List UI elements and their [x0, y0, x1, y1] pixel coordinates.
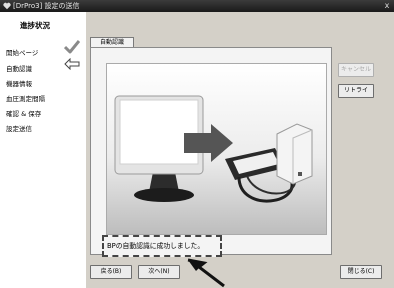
title-bar: [DrPro3] 設定の送信 x: [0, 0, 394, 12]
cancel-button[interactable]: キャンセル: [338, 63, 374, 77]
back-button[interactable]: 戻る(B): [90, 265, 132, 279]
progress-heading: 進捗状況: [20, 21, 50, 30]
window-title: [DrPro3] 設定の送信: [13, 2, 80, 10]
pointer-arrow-icon: [187, 258, 225, 288]
step-send-settings: 設定送信: [6, 125, 32, 133]
left-arrow-icon: [64, 58, 80, 70]
step-device-info: 機器情報: [6, 80, 32, 88]
close-window-button[interactable]: x: [382, 1, 392, 11]
step-bp-interval: 血圧測定間隔: [6, 95, 45, 103]
device-connection-illustration: [114, 95, 313, 203]
next-button[interactable]: 次へ(N): [138, 265, 180, 279]
checkmark-icon: [64, 40, 80, 54]
retry-button[interactable]: リトライ: [338, 84, 374, 98]
step-auto-recognition: 自動認識: [6, 65, 32, 73]
step-confirm-save: 確認 & 保存: [6, 110, 42, 118]
illustration-panel: [106, 63, 327, 235]
step-start-page: 開始ページ: [6, 49, 39, 57]
status-message: BPの自動認識に成功しました。: [102, 235, 222, 257]
app-heart-icon: [3, 2, 11, 10]
close-button[interactable]: 閉じる(C): [340, 265, 382, 279]
